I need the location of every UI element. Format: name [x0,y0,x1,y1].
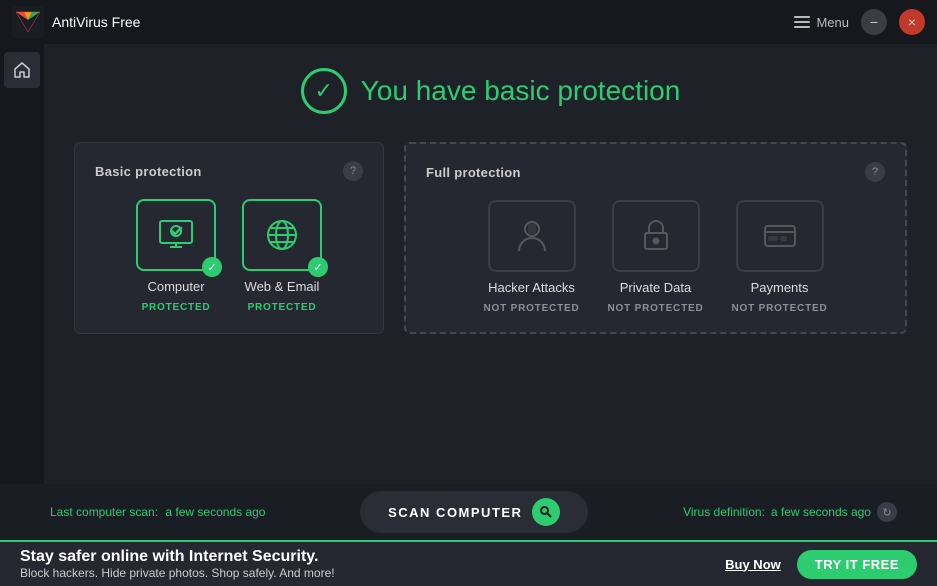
minimize-button[interactable]: − [861,9,887,35]
list-item: Hacker Attacks NOT PROTECTED [482,200,582,314]
payments-icon [759,215,801,257]
hacker-status: NOT PROTECTED [484,303,580,314]
full-help-icon: ? [872,166,878,178]
promo-bar: Stay safer online with Internet Security… [0,540,937,586]
basic-card-header: Basic protection ? [95,161,363,181]
promo-text-block: Stay safer online with Internet Security… [20,548,335,580]
menu-button[interactable]: Menu [794,15,849,30]
hacker-icon-box [488,200,576,272]
minimize-icon: − [870,14,878,30]
virus-def-time: a few seconds ago [771,505,871,519]
web-email-icon-box: ✓ [242,199,322,271]
hacker-label: Hacker Attacks [488,280,575,295]
title-bar: AntiVirus Free Menu − × [0,0,937,44]
try-free-button[interactable]: TRY IT FREE [797,550,917,579]
last-scan-time: a few seconds ago [165,505,265,519]
app-title: AntiVirus Free [52,14,140,30]
basic-items-row: ✓ Computer PROTECTED [95,199,363,313]
buy-now-button[interactable]: Buy Now [725,557,781,572]
cards-row: Basic protection ? [74,142,907,334]
scan-search-icon [539,505,553,519]
title-bar-left: AntiVirus Free [12,6,140,38]
close-button[interactable]: × [899,9,925,35]
hero-title: You have basic protection [361,75,681,107]
promo-subtitle: Block hackers. Hide private photos. Shop… [20,566,335,580]
full-protection-card: Full protection ? Hacker Attacks [404,142,907,334]
basic-help-icon: ? [350,165,356,177]
promo-actions: Buy Now TRY IT FREE [725,550,917,579]
web-email-status: PROTECTED [248,302,317,313]
computer-icon [156,215,196,255]
computer-check-badge: ✓ [202,257,222,277]
promo-title-text: Stay safer online with Internet Security… [20,548,318,565]
close-icon: × [908,14,916,30]
refresh-icon: ↻ [877,502,897,522]
payments-label: Payments [751,280,809,295]
home-button[interactable] [4,52,40,88]
check-circle-icon: ✓ [301,68,347,114]
private-data-status: NOT PROTECTED [608,303,704,314]
main-content: ✓ You have basic protection Basic protec… [44,44,937,506]
computer-status: PROTECTED [142,302,211,313]
computer-label: Computer [147,279,204,294]
scan-icon [532,498,560,526]
menu-label: Menu [816,15,849,30]
promo-title: Stay safer online with Internet Security… [20,548,335,566]
private-data-label: Private Data [620,280,692,295]
private-data-icon [635,215,677,257]
list-item: ✓ Web & Email PROTECTED [237,199,327,313]
title-bar-right: Menu − × [794,9,925,35]
full-help-button[interactable]: ? [865,162,885,182]
full-card-title: Full protection [426,165,521,180]
hamburger-icon [794,16,810,28]
computer-icon-box: ✓ [136,199,216,271]
web-email-icon [262,215,302,255]
web-check-badge: ✓ [308,257,328,277]
list-item: Private Data NOT PROTECTED [606,200,706,314]
hero-section: ✓ You have basic protection [301,68,681,114]
hacker-icon [511,215,553,257]
bottom-bar: Last computer scan: a few seconds ago SC… [0,484,937,540]
full-items-row: Hacker Attacks NOT PROTECTED Private Dat… [426,200,885,314]
full-card-header: Full protection ? [426,162,885,182]
last-scan-label: Last computer scan: [50,505,158,519]
basic-protection-card: Basic protection ? [74,142,384,334]
scan-button-label: SCAN COMPUTER [388,505,522,520]
virus-def-label: Virus definition: [683,505,765,519]
web-email-label: Web & Email [245,279,320,294]
payments-icon-box [736,200,824,272]
basic-card-title: Basic protection [95,164,202,179]
private-data-icon-box [612,200,700,272]
last-scan-info: Last computer scan: a few seconds ago [50,505,265,519]
payments-status: NOT PROTECTED [732,303,828,314]
virus-definition-info: Virus definition: a few seconds ago ↻ [683,502,897,522]
list-item: Payments NOT PROTECTED [730,200,830,314]
list-item: ✓ Computer PROTECTED [131,199,221,313]
home-icon [13,61,31,79]
sidebar [0,44,44,506]
basic-help-button[interactable]: ? [343,161,363,181]
avg-logo-icon [12,6,44,38]
scan-computer-button[interactable]: SCAN COMPUTER [360,491,588,533]
